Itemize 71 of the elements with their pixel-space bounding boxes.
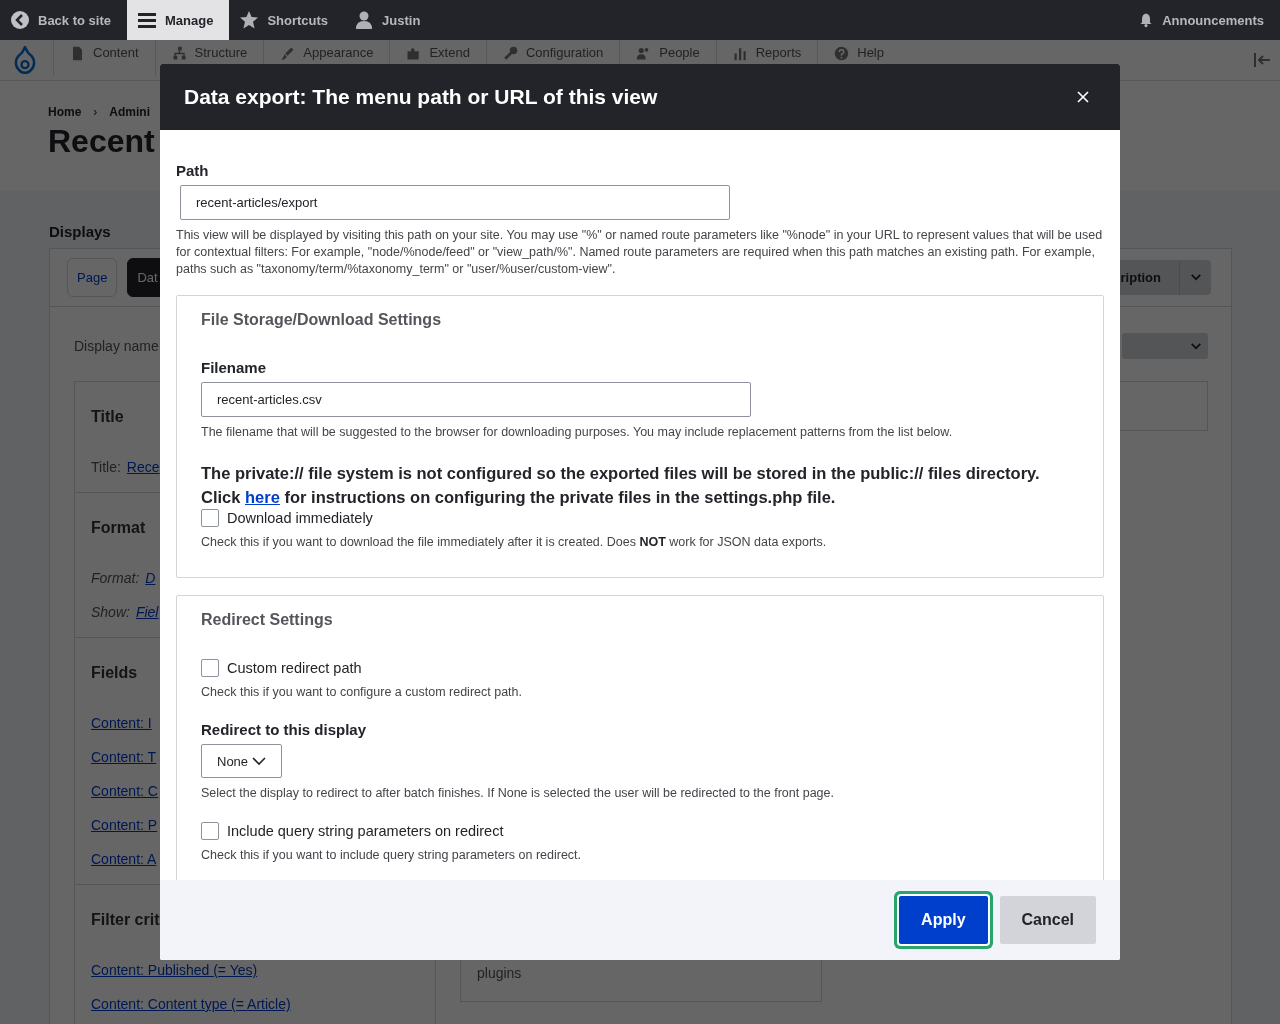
field-description: Check this if you want to download the file immediately after it is created. Does NOT work for JSON data exports. (201, 534, 828, 551)
checkbox[interactable] (201, 659, 219, 677)
field-description: Check this if you want to include query string parameters on redirect. (201, 847, 583, 864)
toolbar-tab[interactable]: Justin (344, 0, 437, 40)
field-label: Path (176, 162, 210, 179)
menu-icon (137, 10, 157, 30)
field-label: Redirect to this display (201, 721, 368, 738)
person-icon (354, 10, 375, 30)
toolbar-tab[interactable]: Back to site (0, 0, 127, 40)
checkbox-label: Custom redirect path (227, 660, 362, 676)
field-description: Select the display to redirect to after batch finishes. If None is selected the user will be redirected to the front page. (201, 785, 835, 802)
setting-link[interactable]: Content: Content type (= Article) (91, 995, 291, 1013)
checkbox-label: Download immediately (227, 510, 373, 526)
setting-link[interactable]: Fiel (135, 603, 159, 621)
display-tab[interactable]: Page (67, 258, 118, 297)
drop-logo-icon (13, 46, 37, 74)
select-value: None (217, 753, 249, 769)
chevron-icon (252, 756, 267, 766)
warning-text: The private:// file system is not configured so the exported files will be stored in the public:// files directory. Click here for instructions on configuring the private files in the settings.php file. (201, 463, 1041, 508)
setting-link[interactable]: D (145, 569, 156, 587)
column-text: plugins (477, 965, 523, 981)
filename-input[interactable]: recent-articles.csv (201, 382, 751, 417)
fieldset-legend: Redirect Settings (201, 611, 1079, 629)
field-description: Check this if you want to configure a custom redirect path. (201, 684, 523, 701)
setting-link[interactable]: Rece (126, 458, 160, 476)
breadcrumb-separator: › (93, 105, 98, 119)
setting-link[interactable]: Content: Published (= Yes) (91, 961, 258, 979)
sitemap-icon (171, 46, 187, 61)
field-label: Display name (74, 338, 159, 354)
fieldset-legend: File Storage/Download Settings (201, 311, 1079, 329)
document-icon (70, 46, 85, 61)
checkbox[interactable] (201, 509, 219, 527)
back-circle-icon (10, 10, 30, 30)
chevron-icon (1189, 273, 1202, 282)
checkbox-label: Include query string parameters on redirect (227, 823, 504, 839)
help-link[interactable]: here (245, 488, 280, 506)
setting-link[interactable]: Content: T (91, 748, 157, 766)
column-heading: Title (91, 407, 124, 427)
setting-link[interactable]: Content: A (91, 850, 157, 868)
column-heading: Filter crit (91, 910, 160, 930)
announcements-link[interactable]: Announcements (1128, 0, 1280, 40)
close-icon (1077, 91, 1089, 103)
setting-link[interactable]: Content: C (91, 782, 158, 800)
breadcrumb-link[interactable]: Admini (109, 105, 150, 119)
path-input[interactable]: recent-articles/export (180, 185, 730, 220)
admin-menu-item[interactable]: Content (53, 40, 155, 76)
setting-label: Show: (91, 603, 130, 621)
select-field[interactable] (1122, 333, 1208, 359)
dialog-title: Data export: The menu path or URL of this view (184, 85, 659, 109)
column-heading: Format (91, 518, 146, 538)
setting-link[interactable]: Content: P (91, 816, 158, 834)
brush-icon (280, 46, 296, 61)
setting-link[interactable]: Content: I (91, 714, 152, 732)
field-description: The filename that will be suggested to the browser for downloading purposes. You may include replacement patterns from the list below. (201, 424, 954, 441)
setting-label: Format: (91, 569, 140, 587)
collapse-icon (1252, 50, 1272, 70)
section-heading: Displays (49, 223, 111, 240)
checkbox[interactable] (201, 822, 219, 840)
column-heading: Fields (91, 663, 138, 683)
select-field[interactable]: None (201, 744, 283, 778)
field-label: Filename (201, 359, 268, 376)
help-icon (834, 46, 850, 61)
setting-label: Title: (91, 458, 121, 476)
page-title: Recent (48, 123, 156, 160)
bar-chart-icon (732, 46, 748, 61)
toolbar-tab[interactable]: Shortcuts (229, 0, 345, 40)
star-icon (239, 10, 260, 30)
toolbar-tab[interactable]: Manage (127, 0, 230, 40)
cancel-button[interactable]: Cancel (999, 896, 1096, 944)
chevron-icon (1190, 341, 1202, 351)
breadcrumb-link[interactable]: Home (48, 105, 82, 119)
